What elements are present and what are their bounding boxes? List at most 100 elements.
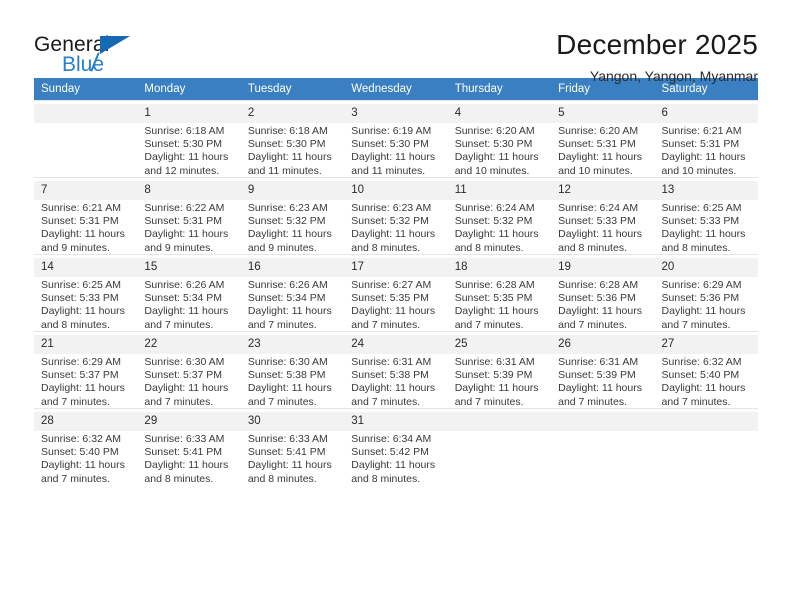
daylight-text-line1: Daylight: 11 hours (41, 382, 125, 395)
day-sun-info: Sunrise: 6:28 AM Sunset: 5:36 PM Daylight:… (558, 277, 648, 332)
calendar-page: General Blue December 2025 Yangon, Yango… (0, 0, 792, 612)
calendar-day-cell[interactable]: 29 Sunrise: 6:33 AM Sunset: 5:41 PM Dayligh… (137, 408, 241, 486)
daylight-text-line1: Daylight: 11 hours (41, 228, 125, 241)
weekday-header-thursday: Thursday (447, 78, 552, 101)
day-cell-inner: 17 Sunrise: 6:27 AM Sunset: 5:35 PM Dayligh… (344, 255, 448, 331)
day-number: 3 (351, 107, 358, 119)
calendar-day-cell[interactable]: 25 Sunrise: 6:31 AM Sunset: 5:39 PM Dayligh… (447, 331, 552, 409)
calendar-day-cell[interactable]: 19 Sunrise: 6:28 AM Sunset: 5:36 PM Dayligh… (551, 254, 655, 332)
day-number-band: 22 (137, 335, 241, 354)
calendar-day-cell[interactable]: 15 Sunrise: 6:26 AM Sunset: 5:34 PM Dayligh… (137, 254, 241, 332)
sunrise-text: Sunrise: 6:26 AM (247, 279, 328, 291)
sunrise-text: Sunrise: 6:25 AM (661, 202, 742, 214)
daylight-text-line1: Daylight: 11 hours (351, 382, 436, 395)
calendar-body: 1 Sunrise: 6:18 AM Sunset: 5:30 PM Daylight… (34, 100, 758, 486)
day-sun-info: Sunrise: 6:21 AM Sunset: 5:31 PM Daylight:… (41, 200, 131, 255)
day-number-band: 18 (447, 258, 552, 277)
calendar-day-cell[interactable]: 12 Sunrise: 6:24 AM Sunset: 5:33 PM Dayligh… (551, 177, 655, 255)
calendar-day-cell[interactable]: 4 Sunrise: 6:20 AM Sunset: 5:30 PM Daylight… (447, 100, 552, 178)
general-blue-logo[interactable]: General Blue (34, 28, 234, 76)
daylight-text-line2: and 7 minutes. (41, 472, 110, 485)
day-number (662, 414, 758, 429)
sunset-text: Sunset: 5:42 PM (351, 446, 429, 459)
day-number-band: 24 (344, 335, 448, 354)
calendar-week-row: 1 Sunrise: 6:18 AM Sunset: 5:30 PM Daylight… (34, 100, 758, 178)
day-number: 28 (41, 415, 54, 427)
day-number: 11 (454, 184, 467, 196)
calendar-day-cell[interactable]: 11 Sunrise: 6:24 AM Sunset: 5:32 PM Dayligh… (447, 177, 552, 255)
calendar-day-cell[interactable]: 14 Sunrise: 6:25 AM Sunset: 5:33 PM Dayligh… (34, 254, 138, 332)
daylight-text-line1: Daylight: 11 hours (144, 459, 229, 472)
calendar-day-cell[interactable]: 18 Sunrise: 6:28 AM Sunset: 5:35 PM Dayligh… (447, 254, 552, 332)
calendar-day-cell[interactable]: 23 Sunrise: 6:30 AM Sunset: 5:38 PM Dayligh… (240, 331, 345, 409)
calendar-day-cell[interactable]: 6 Sunrise: 6:21 AM Sunset: 5:31 PM Daylight… (654, 100, 758, 178)
day-number-band: 8 (137, 181, 241, 200)
daylight-text-line2: and 8 minutes. (41, 318, 110, 331)
day-number-band: 26 (551, 335, 655, 354)
sunrise-text: Sunrise: 6:31 AM (454, 356, 535, 368)
day-sun-info: Sunrise: 6:25 AM Sunset: 5:33 PM Daylight:… (41, 277, 131, 332)
day-number-band: 16 (240, 258, 345, 277)
day-cell-inner: 20 Sunrise: 6:29 AM Sunset: 5:36 PM Dayligh… (654, 255, 758, 331)
day-sun-info: Sunrise: 6:32 AM Sunset: 5:40 PM Daylight:… (41, 431, 131, 486)
day-sun-info: Sunrise: 6:33 AM Sunset: 5:41 PM Daylight:… (248, 431, 338, 486)
sunset-text: Sunset: 5:39 PM (454, 369, 533, 382)
calendar-week-row: 14 Sunrise: 6:25 AM Sunset: 5:33 PM Dayligh… (34, 254, 758, 332)
day-cell-inner: 31 Sunrise: 6:34 AM Sunset: 5:42 PM Dayligh… (344, 409, 448, 485)
daylight-text-line1: Daylight: 11 hours (41, 305, 125, 318)
calendar-day-cell[interactable]: 3 Sunrise: 6:19 AM Sunset: 5:30 PM Daylight… (344, 100, 448, 178)
calendar-day-cell[interactable]: 16 Sunrise: 6:26 AM Sunset: 5:34 PM Dayligh… (240, 254, 345, 332)
calendar-day-cell[interactable]: 31 Sunrise: 6:34 AM Sunset: 5:42 PM Dayligh… (344, 408, 448, 485)
daylight-text-line1: Daylight: 11 hours (351, 228, 436, 241)
day-sun-info: Sunrise: 6:20 AM Sunset: 5:31 PM Daylight:… (558, 123, 648, 178)
sunrise-text: Sunrise: 6:21 AM (661, 125, 742, 137)
day-sun-info: Sunrise: 6:31 AM Sunset: 5:38 PM Daylight:… (351, 354, 441, 409)
calendar-day-cell[interactable]: 24 Sunrise: 6:31 AM Sunset: 5:38 PM Dayligh… (344, 331, 448, 409)
calendar-day-cell[interactable]: 30 Sunrise: 6:33 AM Sunset: 5:41 PM Dayligh… (240, 408, 345, 486)
calendar-day-cell[interactable]: 10 Sunrise: 6:23 AM Sunset: 5:32 PM Dayligh… (344, 177, 448, 255)
day-number: 27 (661, 338, 675, 350)
day-sun-info: Sunrise: 6:34 AM Sunset: 5:42 PM Daylight:… (351, 431, 441, 486)
daylight-text-line2: and 7 minutes. (661, 318, 731, 331)
calendar-day-cell[interactable]: 28 Sunrise: 6:32 AM Sunset: 5:40 PM Dayligh… (34, 408, 138, 486)
day-cell-inner (34, 101, 138, 174)
calendar-day-cell[interactable]: 2 Sunrise: 6:18 AM Sunset: 5:30 PM Daylight… (240, 100, 345, 178)
day-number: 1 (144, 107, 151, 119)
day-number: 19 (558, 261, 571, 273)
day-sun-info: Sunrise: 6:18 AM Sunset: 5:30 PM Daylight:… (248, 123, 338, 178)
day-cell-inner: 2 Sunrise: 6:18 AM Sunset: 5:30 PM Daylight… (240, 101, 345, 177)
calendar-day-cell[interactable]: 21 Sunrise: 6:29 AM Sunset: 5:37 PM Dayligh… (34, 331, 138, 409)
day-sun-info: Sunrise: 6:19 AM Sunset: 5:30 PM Daylight:… (351, 123, 441, 178)
day-number: 2 (247, 107, 255, 119)
sunset-text: Sunset: 5:40 PM (41, 446, 119, 459)
daylight-text-line1: Daylight: 11 hours (144, 305, 229, 318)
calendar-day-cell[interactable]: 7 Sunrise: 6:21 AM Sunset: 5:31 PM Daylight… (34, 177, 138, 255)
calendar-day-cell[interactable]: 20 Sunrise: 6:29 AM Sunset: 5:36 PM Dayligh… (654, 254, 758, 332)
day-cell-inner: 7 Sunrise: 6:21 AM Sunset: 5:31 PM Daylight… (34, 178, 138, 254)
calendar-empty-cell (447, 408, 552, 485)
day-sun-info: Sunrise: 6:33 AM Sunset: 5:41 PM Daylight:… (144, 431, 234, 486)
sunset-text: Sunset: 5:38 PM (351, 369, 429, 382)
weekday-header-tuesday: Tuesday (240, 78, 345, 101)
calendar-day-cell[interactable]: 13 Sunrise: 6:25 AM Sunset: 5:33 PM Dayligh… (654, 177, 758, 255)
calendar-day-cell[interactable]: 17 Sunrise: 6:27 AM Sunset: 5:35 PM Dayligh… (344, 254, 448, 332)
calendar-day-cell[interactable]: 8 Sunrise: 6:22 AM Sunset: 5:31 PM Daylight… (137, 177, 241, 255)
calendar-day-cell[interactable]: 1 Sunrise: 6:18 AM Sunset: 5:30 PM Daylight… (137, 100, 241, 178)
day-cell-inner: 22 Sunrise: 6:30 AM Sunset: 5:37 PM Dayligh… (137, 332, 241, 408)
day-cell-inner: 6 Sunrise: 6:21 AM Sunset: 5:31 PM Daylight… (654, 101, 758, 177)
calendar-day-cell[interactable]: 5 Sunrise: 6:20 AM Sunset: 5:31 PM Daylight… (551, 100, 655, 178)
day-number: 17 (351, 261, 365, 273)
daylight-text-line2: and 7 minutes. (351, 395, 421, 408)
calendar-day-cell[interactable]: 27 Sunrise: 6:32 AM Sunset: 5:40 PM Dayligh… (654, 331, 758, 409)
day-number-band: 7 (34, 181, 138, 200)
daylight-text-line2: and 10 minutes. (558, 164, 633, 177)
day-sun-info: Sunrise: 6:21 AM Sunset: 5:31 PM Daylight:… (662, 123, 752, 178)
calendar-empty-cell (654, 408, 758, 485)
calendar-day-cell[interactable]: 9 Sunrise: 6:23 AM Sunset: 5:32 PM Daylight… (240, 177, 345, 255)
daylight-text-line2: and 7 minutes. (351, 318, 421, 331)
daylight-text-line2: and 7 minutes. (454, 395, 524, 408)
day-cell-inner (447, 409, 552, 482)
calendar-day-cell[interactable]: 22 Sunrise: 6:30 AM Sunset: 5:37 PM Dayligh… (137, 331, 241, 409)
calendar-day-cell[interactable]: 26 Sunrise: 6:31 AM Sunset: 5:39 PM Dayligh… (551, 331, 655, 409)
sunrise-text: Sunrise: 6:33 AM (247, 433, 328, 445)
